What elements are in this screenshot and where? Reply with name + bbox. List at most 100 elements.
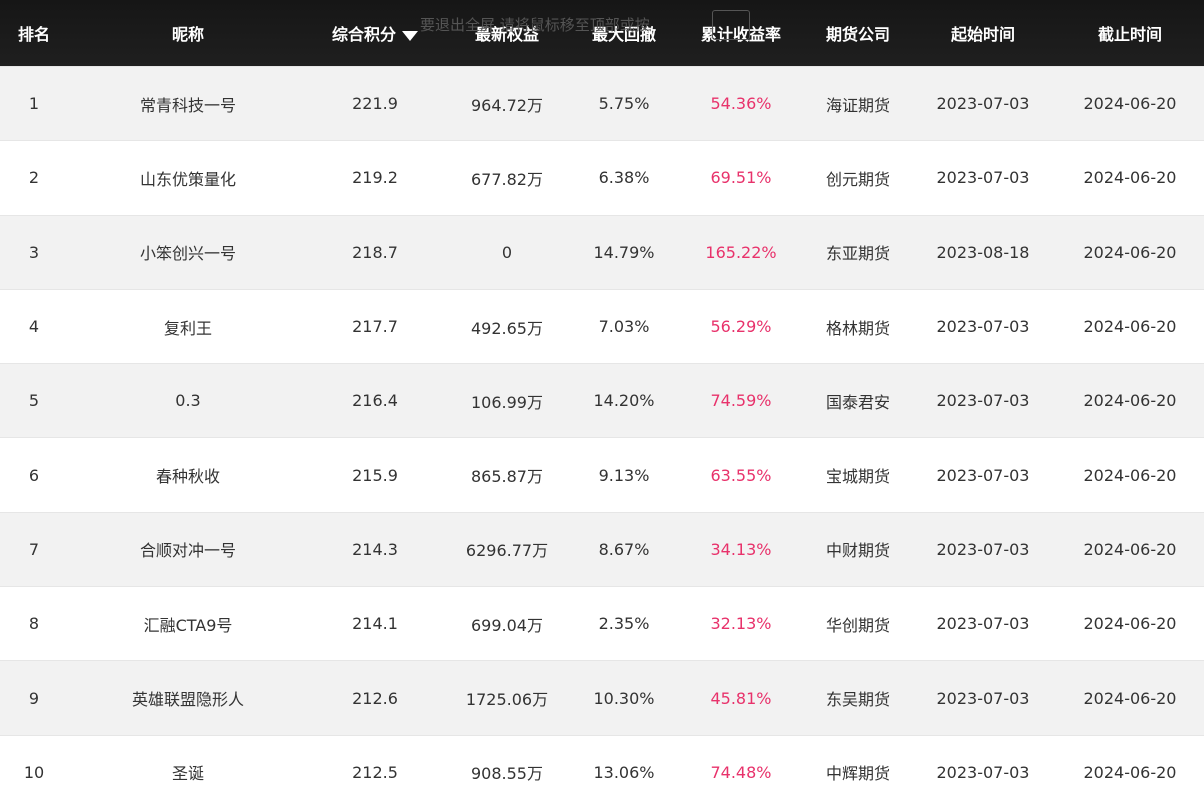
cell-end: 2024-06-20	[1083, 391, 1177, 411]
cell-drawdown: 5.75%	[598, 94, 650, 114]
cell-rank: 9	[28, 688, 40, 708]
cell-start: 2023-08-18	[936, 242, 1030, 262]
cell-drawdown: 7.03%	[598, 317, 650, 337]
cell-company: 东亚期货	[825, 244, 890, 264]
cell-start: 2023-07-03	[936, 614, 1030, 634]
cell-rank: 3	[28, 242, 40, 262]
cell-start: 2023-07-03	[936, 391, 1030, 411]
cell-return: 63.55%	[710, 465, 772, 485]
cell-rank: 10	[23, 762, 45, 782]
cell-drawdown: 2.35%	[598, 614, 650, 634]
cell-company: 国泰君安	[825, 392, 890, 412]
cell-score: 217.7	[352, 317, 398, 337]
cell-start: 2023-07-03	[936, 465, 1030, 485]
cell-end: 2024-06-20	[1083, 242, 1177, 262]
cell-rank: 2	[28, 168, 40, 188]
cell-rank: 4	[28, 317, 40, 337]
cell-equity: 677.82万	[471, 169, 543, 189]
cell-score: 212.6	[352, 688, 398, 708]
cell-score: 219.2	[352, 168, 398, 188]
header-name[interactable]: 昵称	[68, 21, 308, 45]
header-start[interactable]: 起始时间	[910, 21, 1056, 45]
cell-equity: 492.65万	[471, 318, 543, 338]
cell-end: 2024-06-20	[1083, 539, 1177, 559]
cell-end: 2024-06-20	[1083, 317, 1177, 337]
cell-equity: 106.99万	[471, 392, 543, 412]
sort-down-icon[interactable]	[402, 30, 418, 41]
cell-drawdown: 14.79%	[593, 242, 655, 262]
cell-return: 69.51%	[710, 168, 772, 188]
table-row[interactable]: 6 春种秋收 215.9 865.87万 9.13% 63.55% 宝城期货 2023-07-…	[0, 437, 1204, 512]
header-rank[interactable]: 排名	[0, 21, 68, 45]
cell-start: 2023-07-03	[936, 168, 1030, 188]
cell-return: 74.59%	[710, 391, 772, 411]
cell-name[interactable]: 常青科技一号	[68, 92, 308, 116]
fullscreen-exit-key	[712, 10, 750, 40]
cell-drawdown: 13.06%	[593, 762, 655, 782]
cell-end: 2024-06-20	[1083, 94, 1177, 114]
cell-score: 214.3	[352, 539, 398, 559]
cell-rank: 5	[28, 391, 40, 411]
cell-name[interactable]: 山东优策量化	[68, 166, 308, 190]
cell-end: 2024-06-20	[1083, 168, 1177, 188]
table-row[interactable]: 5 0.3 216.4 106.99万 14.20% 74.59% 国泰君安 2023-07-…	[0, 363, 1204, 438]
cell-company: 中财期货	[825, 541, 890, 561]
cell-start: 2023-07-03	[936, 94, 1030, 114]
cell-end: 2024-06-20	[1083, 688, 1177, 708]
table-body: 1 常青科技一号 221.9 964.72万 5.75% 54.36% 海证期货 2023-0…	[0, 66, 1204, 809]
cell-end: 2024-06-20	[1083, 614, 1177, 634]
cell-score: 216.4	[352, 391, 398, 411]
cell-name[interactable]: 英雄联盟隐形人	[68, 686, 308, 710]
cell-end: 2024-06-20	[1083, 465, 1177, 485]
cell-name[interactable]: 复利王	[68, 315, 308, 339]
table-row[interactable]: 9 英雄联盟隐形人 212.6 1725.06万 10.30% 45.81% 东吴期货 202…	[0, 660, 1204, 735]
cell-score: 212.5	[352, 762, 398, 782]
cell-score: 214.1	[352, 614, 398, 634]
cell-company: 格林期货	[825, 318, 890, 338]
table-row[interactable]: 10 圣诞 212.5 908.55万 13.06% 74.48% 中辉期货 2023-07-…	[0, 734, 1204, 809]
cell-equity: 964.72万	[471, 95, 543, 115]
cell-name[interactable]: 合顺对冲一号	[68, 537, 308, 561]
cell-company: 创元期货	[825, 169, 890, 189]
cell-equity: 6296.77万	[465, 541, 549, 561]
cell-equity: 699.04万	[471, 615, 543, 635]
cell-drawdown: 6.38%	[598, 168, 650, 188]
cell-drawdown: 10.30%	[593, 688, 655, 708]
table-row[interactable]: 4 复利王 217.7 492.65万 7.03% 56.29% 格林期货 2023-07-0…	[0, 288, 1204, 364]
table-row[interactable]: 7 合顺对冲一号 214.3 6296.77万 8.67% 34.13% 中财期货 2023-…	[0, 511, 1204, 587]
table-row[interactable]: 3 小笨创兴一号 218.7 0 14.79% 165.22% 东亚期货 2023-08-18…	[0, 214, 1204, 289]
cell-name[interactable]: 小笨创兴一号	[68, 240, 308, 264]
cell-company: 东吴期货	[825, 690, 890, 710]
header-company[interactable]: 期货公司	[806, 21, 910, 45]
cell-start: 2023-07-03	[936, 317, 1030, 337]
cell-company: 海证期货	[825, 95, 890, 115]
cell-rank: 6	[28, 465, 40, 485]
cell-name[interactable]: 0.3	[68, 391, 308, 410]
cell-drawdown: 14.20%	[593, 391, 655, 411]
cell-equity: 0	[501, 242, 513, 262]
cell-name[interactable]: 汇融CTA9号	[68, 612, 308, 636]
cell-return: 165.22%	[705, 242, 777, 262]
table-row[interactable]: 2 山东优策量化 219.2 677.82万 6.38% 69.51% 创元期货 2023-0…	[0, 140, 1204, 215]
cell-drawdown: 9.13%	[598, 465, 650, 485]
cell-score: 221.9	[352, 94, 398, 114]
cell-name[interactable]: 春种秋收	[68, 463, 308, 487]
cell-company: 中辉期货	[825, 764, 890, 784]
fullscreen-hint: 要退出全屏 请将鼠标移至顶部或按	[420, 16, 650, 34]
cell-start: 2023-07-03	[936, 688, 1030, 708]
cell-name[interactable]: 圣诞	[68, 760, 308, 784]
header-score-label: 综合积分	[331, 25, 396, 44]
cell-return: 54.36%	[710, 94, 772, 114]
cell-score: 215.9	[352, 465, 398, 485]
header-end[interactable]: 截止时间	[1056, 21, 1204, 45]
table-row[interactable]: 1 常青科技一号 221.9 964.72万 5.75% 54.36% 海证期货 2023-0…	[0, 66, 1204, 141]
cell-end: 2024-06-20	[1083, 762, 1177, 782]
cell-rank: 1	[28, 94, 40, 114]
cell-return: 56.29%	[710, 317, 772, 337]
cell-return: 32.13%	[710, 614, 772, 634]
table-header: 排名 昵称 综合积分 最新权益 最大回撤 累计收益率 期货公司 起始时间 截止时…	[0, 0, 1204, 66]
cell-equity: 908.55万	[471, 764, 543, 784]
table-row[interactable]: 8 汇融CTA9号 214.1 699.04万 2.35% 32.13% 华创期货 2023-…	[0, 586, 1204, 661]
cell-rank: 7	[28, 539, 40, 559]
cell-return: 34.13%	[710, 539, 772, 559]
